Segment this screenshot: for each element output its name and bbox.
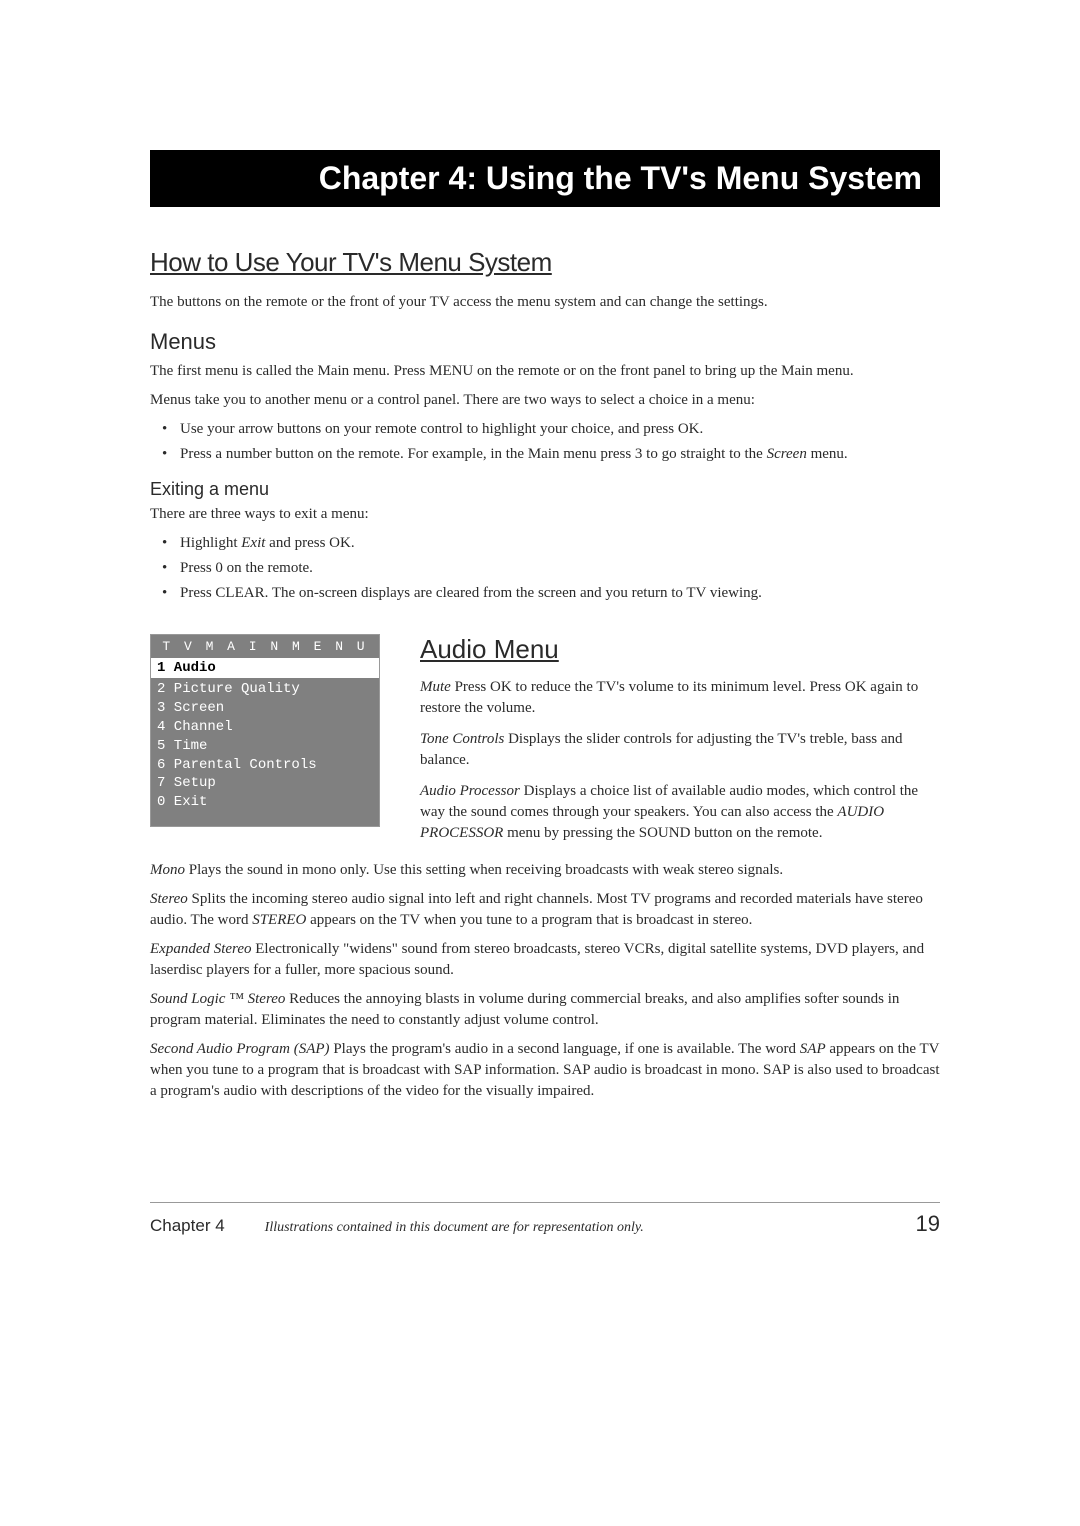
- desc: Press OK to reduce the TV's volume to it…: [420, 679, 918, 716]
- term: Expanded Stereo: [150, 941, 252, 957]
- term: Sound Logic ™ Stereo: [150, 991, 285, 1007]
- tv-menu-item: 5 Time: [157, 737, 373, 756]
- tv-main-menu-illustration: T V M A I N M E N U 1 Audio 2 Picture Qu…: [150, 634, 380, 827]
- audio-entry-processor: Audio Processor Displays a choice list o…: [420, 781, 940, 844]
- term: Audio Processor: [420, 783, 520, 799]
- desc: Plays the sound in mono only. Use this s…: [185, 862, 783, 878]
- tv-menu-selected: 1 Audio: [151, 658, 379, 678]
- exiting-intro: There are three ways to exit a menu:: [150, 504, 940, 525]
- menus-bullet-list: Use your arrow buttons on your remote co…: [150, 419, 940, 465]
- list-item-text: Highlight Exit and press OK.: [180, 535, 355, 551]
- menus-heading: Menus: [150, 329, 940, 355]
- term: Tone Controls: [420, 731, 504, 747]
- tv-menu-item: 7 Setup: [157, 774, 373, 793]
- audio-entry-soundlogic: Sound Logic ™ Stereo Reduces the annoyin…: [150, 989, 940, 1031]
- list-item: Use your arrow buttons on your remote co…: [150, 419, 940, 440]
- audio-entries-fullwidth: Mono Plays the sound in mono only. Use t…: [150, 860, 940, 1102]
- list-item: Press CLEAR. The on-screen displays are …: [150, 583, 940, 604]
- list-item: Press 0 on the remote.: [150, 558, 940, 579]
- footer-page-number: 19: [916, 1211, 940, 1237]
- desc: Electronically "widens" sound from stere…: [150, 941, 924, 978]
- tv-menu-title: T V M A I N M E N U: [151, 635, 379, 658]
- footer-chapter: Chapter 4: [150, 1216, 225, 1236]
- audio-menu-heading: Audio Menu: [420, 634, 940, 665]
- term: Mono: [150, 862, 185, 878]
- audio-entry-tone: Tone Controls Displays the slider contro…: [420, 729, 940, 771]
- tv-menu-item: 2 Picture Quality: [157, 680, 373, 699]
- page-footer: Chapter 4 Illustrations contained in thi…: [150, 1202, 940, 1237]
- section-heading-howto: How to Use Your TV's Menu System: [150, 247, 940, 278]
- term: Mute: [420, 679, 451, 695]
- menus-para-2: Menus take you to another menu or a cont…: [150, 390, 940, 411]
- exiting-bullet-list: Highlight Exit and press OK. Press 0 on …: [150, 533, 940, 604]
- footer-note: Illustrations contained in this document…: [265, 1220, 916, 1236]
- audio-entry-stereo: Stereo Splits the incoming stereo audio …: [150, 889, 940, 931]
- list-item: Highlight Exit and press OK.: [150, 533, 940, 554]
- tv-menu-item: 0 Exit: [157, 793, 373, 812]
- list-item-text: Press a number button on the remote. For…: [180, 446, 848, 462]
- page-content: Chapter 4: Using the TV's Menu System Ho…: [0, 0, 1080, 1297]
- menus-para-1: The first menu is called the Main menu. …: [150, 361, 940, 382]
- audio-entry-mono: Mono Plays the sound in mono only. Use t…: [150, 860, 940, 881]
- audio-entry-mute: Mute Press OK to reduce the TV's volume …: [420, 677, 940, 719]
- tv-menu-item: 6 Parental Controls: [157, 756, 373, 775]
- desc: Splits the incoming stereo audio signal …: [150, 891, 923, 928]
- audio-menu-column: Audio Menu Mute Press OK to reduce the T…: [420, 634, 940, 854]
- audio-entry-expanded: Expanded Stereo Electronically "widens" …: [150, 939, 940, 981]
- tv-menu-item: 4 Channel: [157, 718, 373, 737]
- list-item: Press a number button on the remote. For…: [150, 444, 940, 465]
- section-intro: The buttons on the remote or the front o…: [150, 292, 940, 313]
- two-column-section: T V M A I N M E N U 1 Audio 2 Picture Qu…: [150, 634, 940, 854]
- term: Second Audio Program (SAP): [150, 1041, 330, 1057]
- audio-entry-sap: Second Audio Program (SAP) Plays the pro…: [150, 1039, 940, 1102]
- tv-menu-item: 3 Screen: [157, 699, 373, 718]
- tv-menu-items: 2 Picture Quality 3 Screen 4 Channel 5 T…: [151, 678, 379, 826]
- term: Stereo: [150, 891, 188, 907]
- exiting-heading: Exiting a menu: [150, 479, 940, 500]
- chapter-title-bar: Chapter 4: Using the TV's Menu System: [150, 150, 940, 207]
